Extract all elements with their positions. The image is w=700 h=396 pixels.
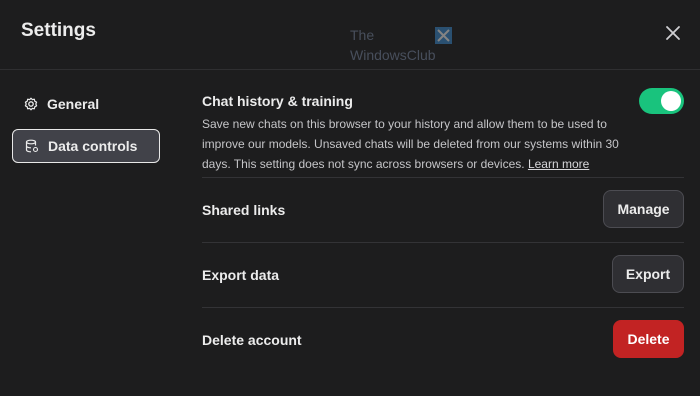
sidebar-item-label: Data controls bbox=[48, 138, 138, 154]
watermark-line-2: WindowsClub bbox=[350, 47, 436, 63]
chat-history-label: Chat history & training bbox=[202, 93, 353, 109]
sidebar-item-general[interactable]: General bbox=[12, 87, 160, 121]
divider bbox=[202, 242, 684, 243]
sidebar-item-data-controls[interactable]: Data controls bbox=[12, 129, 160, 163]
chat-history-description: Save new chats on this browser to your h… bbox=[202, 114, 627, 174]
toggle-knob bbox=[661, 91, 681, 111]
manage-button[interactable]: Manage bbox=[603, 190, 684, 228]
chat-history-toggle[interactable] bbox=[639, 88, 684, 114]
delete-account-label: Delete account bbox=[202, 332, 302, 348]
divider bbox=[202, 307, 684, 308]
settings-header: Settings The WindowsClub bbox=[0, 0, 700, 70]
close-icon[interactable] bbox=[663, 23, 683, 43]
page-title: Settings bbox=[21, 20, 96, 41]
export-button[interactable]: Export bbox=[612, 255, 684, 293]
learn-more-link[interactable]: Learn more bbox=[528, 157, 589, 171]
sidebar-item-label: General bbox=[47, 96, 100, 112]
watermark-logo-icon bbox=[435, 27, 452, 44]
delete-button[interactable]: Delete bbox=[613, 320, 684, 358]
shared-links-label: Shared links bbox=[202, 202, 286, 218]
watermark: The WindowsClub bbox=[350, 26, 454, 66]
watermark-line-1: The bbox=[350, 27, 375, 43]
export-data-label: Export data bbox=[202, 267, 280, 283]
gear-icon bbox=[24, 97, 38, 111]
database-icon bbox=[25, 139, 39, 153]
sidebar: General Data controls bbox=[0, 70, 178, 396]
divider bbox=[202, 177, 684, 178]
